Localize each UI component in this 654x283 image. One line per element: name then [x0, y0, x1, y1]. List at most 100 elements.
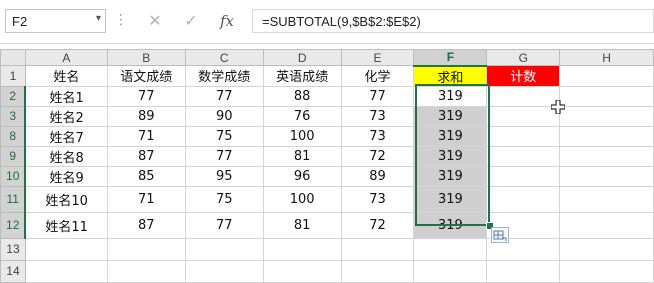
selected-cell[interactable]: 319 — [413, 125, 488, 147]
selected-cell[interactable]: 319 — [413, 165, 488, 187]
cell[interactable] — [184, 237, 264, 261]
selected-cell[interactable]: 319 — [413, 105, 488, 127]
cell[interactable]: 85 — [106, 165, 186, 187]
column-header-h[interactable]: H — [559, 49, 654, 66]
cell[interactable] — [262, 237, 342, 261]
row-header[interactable]: 2 — [0, 85, 27, 107]
header-cell-sum[interactable]: 求和 — [413, 65, 488, 87]
column-header-f[interactable]: F — [413, 49, 488, 67]
row-header[interactable]: 3 — [0, 105, 27, 127]
cell[interactable]: 姓名10 — [24, 185, 108, 213]
cell[interactable] — [413, 237, 488, 261]
row-header[interactable]: 8 — [0, 125, 27, 147]
header-cell-math[interactable]: 数学成绩 — [184, 65, 264, 87]
cell[interactable] — [486, 105, 561, 127]
cell[interactable]: 81 — [262, 145, 342, 167]
cell[interactable]: 71 — [106, 185, 186, 213]
row-header[interactable]: 11 — [0, 185, 27, 213]
cell[interactable]: 姓名2 — [24, 105, 108, 127]
cell[interactable]: 姓名1 — [24, 85, 108, 107]
cell[interactable] — [486, 125, 561, 147]
cell[interactable] — [340, 259, 415, 283]
column-header-g[interactable]: G — [486, 49, 561, 66]
cell[interactable] — [106, 237, 186, 261]
column-header-e[interactable]: E — [340, 49, 415, 66]
cancel-icon[interactable]: ✕ — [140, 8, 170, 34]
cell[interactable]: 72 — [340, 211, 415, 239]
cell[interactable]: 72 — [340, 145, 415, 167]
chevron-down-icon[interactable]: ▾ — [96, 13, 101, 24]
cell[interactable] — [559, 237, 654, 261]
cell[interactable]: 77 — [340, 85, 415, 107]
row-header[interactable]: 9 — [0, 145, 27, 167]
cell[interactable] — [559, 145, 654, 167]
cell[interactable]: 姓名8 — [24, 145, 108, 167]
header-cell-count[interactable]: 计数 — [486, 65, 561, 87]
cell[interactable]: 95 — [184, 165, 264, 187]
cell[interactable]: 71 — [106, 125, 186, 147]
cell[interactable] — [559, 105, 654, 127]
cell[interactable]: 73 — [340, 185, 415, 213]
selected-cell[interactable]: 319 — [413, 185, 488, 213]
cell[interactable] — [559, 85, 654, 107]
header-cell-english[interactable]: 英语成绩 — [262, 65, 342, 87]
cell[interactable]: 姓名9 — [24, 165, 108, 187]
cell[interactable]: 89 — [106, 105, 186, 127]
cell[interactable]: 73 — [340, 125, 415, 147]
cell[interactable] — [486, 185, 561, 213]
cell[interactable]: 75 — [184, 185, 264, 213]
selected-cell[interactable]: 319 — [413, 211, 488, 239]
cell[interactable]: 姓名11 — [24, 211, 108, 239]
cell[interactable] — [24, 259, 108, 283]
row-header[interactable]: 12 — [0, 211, 27, 239]
cell[interactable] — [559, 165, 654, 187]
cell[interactable] — [559, 65, 654, 87]
cell[interactable] — [486, 165, 561, 187]
cell[interactable] — [559, 125, 654, 147]
cell[interactable] — [340, 237, 415, 261]
cell[interactable]: 77 — [184, 85, 264, 107]
column-header-b[interactable]: B — [106, 49, 186, 66]
row-header[interactable]: 14 — [0, 259, 26, 283]
cell[interactable] — [184, 259, 264, 283]
row-header[interactable]: 10 — [0, 165, 27, 187]
cell[interactable] — [559, 185, 654, 213]
cell[interactable]: 87 — [106, 211, 186, 239]
cell[interactable]: 89 — [340, 165, 415, 187]
cell[interactable]: 77 — [106, 85, 186, 107]
cell[interactable] — [486, 259, 561, 283]
cell[interactable]: 87 — [106, 145, 186, 167]
quick-analysis-icon[interactable] — [491, 227, 509, 243]
cell[interactable]: 77 — [184, 145, 264, 167]
cell[interactable]: 96 — [262, 165, 342, 187]
header-cell-name[interactable]: 姓名 — [24, 65, 108, 87]
cell[interactable] — [262, 259, 342, 283]
insert-function-icon[interactable]: fx — [212, 8, 242, 34]
cell[interactable]: 100 — [262, 125, 342, 147]
cell[interactable]: 77 — [184, 211, 264, 239]
row-header[interactable]: 1 — [0, 65, 26, 87]
cell[interactable] — [486, 145, 561, 167]
cell[interactable]: 姓名7 — [24, 125, 108, 147]
selected-cell[interactable]: 319 — [413, 145, 488, 167]
header-cell-chinese[interactable]: 语文成绩 — [106, 65, 186, 87]
column-header-c[interactable]: C — [184, 49, 264, 66]
column-header-a[interactable]: A — [24, 49, 108, 66]
formula-input[interactable]: =SUBTOTAL(9,$B$2:$E$2) — [252, 9, 654, 33]
cell[interactable]: 76 — [262, 105, 342, 127]
cell[interactable] — [106, 259, 186, 283]
cell[interactable]: 100 — [262, 185, 342, 213]
cell[interactable]: 81 — [262, 211, 342, 239]
cell[interactable]: 88 — [262, 85, 342, 107]
cell[interactable] — [24, 237, 108, 261]
drag-handle-icon[interactable]: ⋮ — [114, 12, 128, 28]
row-header[interactable]: 13 — [0, 237, 26, 261]
cell[interactable] — [413, 259, 488, 283]
cell[interactable] — [559, 259, 654, 283]
cell[interactable]: 90 — [184, 105, 264, 127]
cell[interactable]: 75 — [184, 125, 264, 147]
active-cell[interactable]: 319 — [413, 85, 488, 107]
select-all-corner[interactable] — [0, 49, 26, 66]
name-box[interactable]: F2 ▾ — [5, 9, 106, 33]
cell[interactable] — [486, 85, 561, 107]
